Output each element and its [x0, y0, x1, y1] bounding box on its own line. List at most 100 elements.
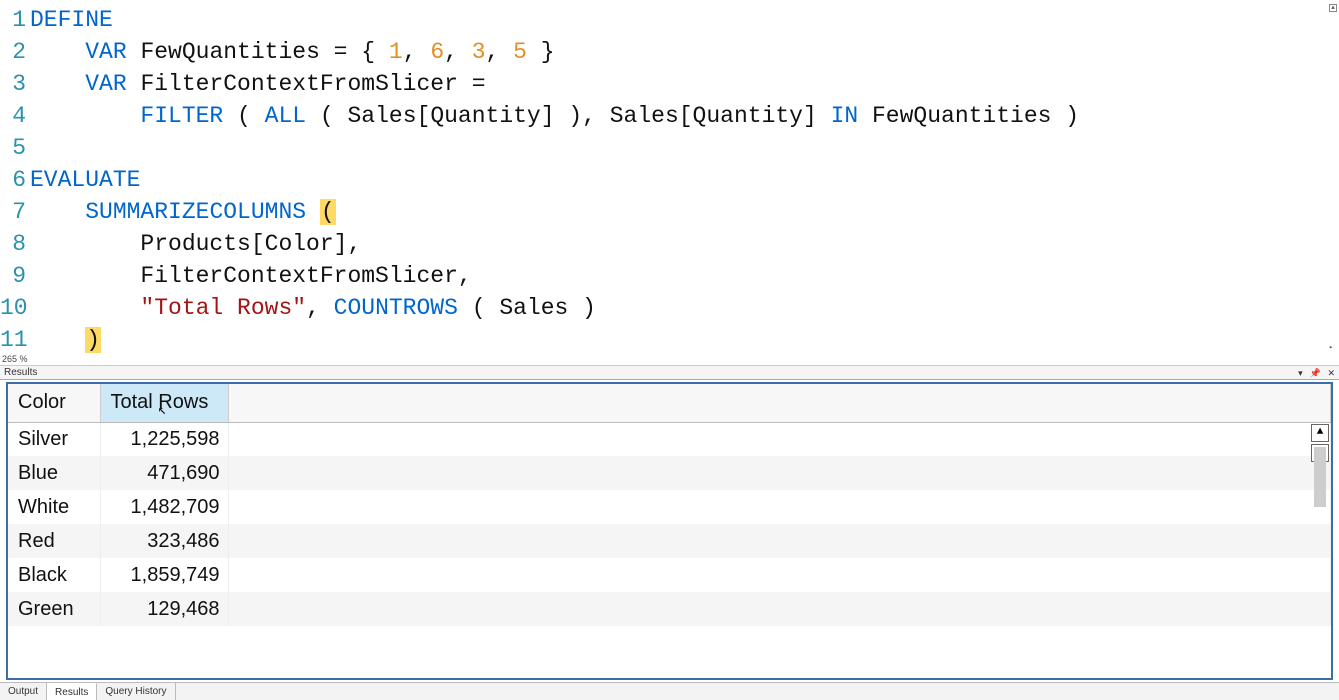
- table-row[interactable]: Silver1,225,598: [8, 422, 1331, 456]
- code-token: ): [85, 327, 101, 353]
- cell-filler: [228, 422, 1331, 456]
- cell-total: 471,690: [100, 456, 228, 490]
- code-token: [306, 199, 320, 225]
- code-token: EVALUATE: [30, 167, 140, 193]
- code-token: COUNTROWS: [334, 295, 458, 321]
- code-line[interactable]: DEFINE: [30, 4, 1339, 36]
- code-token: [30, 39, 85, 65]
- code-token: FewQuantities = {: [127, 39, 389, 65]
- cell-total: 1,859,749: [100, 558, 228, 592]
- cell-filler: [228, 524, 1331, 558]
- cell-filler: [228, 592, 1331, 626]
- code-token: 1: [389, 39, 403, 65]
- code-token: [30, 199, 85, 225]
- code-line[interactable]: SUMMARIZECOLUMNS (: [30, 196, 1339, 228]
- filler-header: [228, 384, 1331, 422]
- column-header[interactable]: Total Rows: [100, 384, 228, 422]
- code-token: SUMMARIZECOLUMNS: [85, 199, 306, 225]
- code-token: (: [223, 103, 264, 129]
- scroll-up-button[interactable]: ▲: [1311, 424, 1329, 442]
- pin-icon[interactable]: 📌: [1309, 368, 1320, 378]
- cell-filler: [228, 456, 1331, 490]
- table-row[interactable]: White1,482,709: [8, 490, 1331, 524]
- code-line[interactable]: FilterContextFromSlicer,: [30, 260, 1339, 292]
- code-token: ALL: [265, 103, 306, 129]
- code-line[interactable]: "Total Rows", COUNTROWS ( Sales ): [30, 292, 1339, 324]
- tab-query-history[interactable]: Query History: [97, 683, 175, 700]
- cell-total: 129,468: [100, 592, 228, 626]
- code-line[interactable]: FILTER ( ALL ( Sales[Quantity] ), Sales[…: [30, 100, 1339, 132]
- table-row[interactable]: Green129,468: [8, 592, 1331, 626]
- dropdown-icon[interactable]: ▾: [1298, 368, 1303, 378]
- line-number: 11: [0, 324, 26, 356]
- scroll-thumb[interactable]: [1314, 447, 1326, 507]
- code-token: 5: [513, 39, 527, 65]
- code-token: FilterContextFromSlicer,: [30, 263, 472, 289]
- tab-output[interactable]: Output: [0, 683, 47, 700]
- tab-results[interactable]: Results: [47, 683, 97, 700]
- code-token: FewQuantities ): [858, 103, 1079, 129]
- line-number: 3: [0, 68, 26, 100]
- code-token: FilterContextFromSlicer =: [127, 71, 486, 97]
- line-number: 4: [0, 100, 26, 132]
- results-title: Results: [4, 366, 37, 379]
- code-line[interactable]: VAR FilterContextFromSlicer =: [30, 68, 1339, 100]
- code-token: [30, 103, 140, 129]
- code-line[interactable]: [30, 132, 1339, 164]
- scroll-right-icon[interactable]: ▸: [1329, 343, 1337, 351]
- code-token: [30, 71, 85, 97]
- code-area[interactable]: DEFINE VAR FewQuantities = { 1, 6, 3, 5 …: [30, 0, 1339, 365]
- code-token: VAR: [85, 71, 126, 97]
- code-token: 3: [472, 39, 486, 65]
- code-editor[interactable]: 1234567891011 DEFINE VAR FewQuantities =…: [0, 0, 1339, 366]
- line-number: 9: [0, 260, 26, 292]
- cell-color: White: [8, 490, 100, 524]
- cell-color: Red: [8, 524, 100, 558]
- close-icon[interactable]: ✕: [1327, 368, 1335, 378]
- line-number: 5: [0, 132, 26, 164]
- line-number: 2: [0, 36, 26, 68]
- code-token: IN: [831, 103, 859, 129]
- results-grid[interactable]: ColorTotal Rows Silver1,225,598Blue471,6…: [8, 384, 1331, 626]
- line-number: 7: [0, 196, 26, 228]
- code-token: ( Sales[Quantity] ), Sales[Quantity]: [306, 103, 831, 129]
- code-token: "Total Rows": [140, 295, 306, 321]
- column-header[interactable]: Color: [8, 384, 100, 422]
- results-pane: ColorTotal Rows Silver1,225,598Blue471,6…: [6, 382, 1333, 680]
- table-row[interactable]: Blue471,690: [8, 456, 1331, 490]
- code-token: 6: [430, 39, 444, 65]
- scroll-up-icon[interactable]: ▲: [1329, 4, 1337, 12]
- code-token: FILTER: [140, 103, 223, 129]
- results-pane-header: Results ▾ 📌 ✕: [0, 366, 1339, 380]
- line-number: 8: [0, 228, 26, 260]
- cell-color: Blue: [8, 456, 100, 490]
- line-number-gutter: 1234567891011: [0, 0, 30, 365]
- table-row[interactable]: Black1,859,749: [8, 558, 1331, 592]
- code-token: ( Sales ): [458, 295, 596, 321]
- code-token: ,: [444, 39, 472, 65]
- code-token: ,: [486, 39, 514, 65]
- cell-filler: [228, 558, 1331, 592]
- code-token: [30, 327, 85, 353]
- code-token: (: [320, 199, 336, 225]
- cell-color: Green: [8, 592, 100, 626]
- line-number: 6: [0, 164, 26, 196]
- line-number: 1: [0, 4, 26, 36]
- code-line[interactable]: ): [30, 324, 1339, 356]
- table-row[interactable]: Red323,486: [8, 524, 1331, 558]
- code-token: ,: [306, 295, 334, 321]
- cell-total: 323,486: [100, 524, 228, 558]
- results-header-controls: ▾ 📌 ✕: [1294, 366, 1335, 379]
- code-line[interactable]: Products[Color],: [30, 228, 1339, 260]
- cell-color: Silver: [8, 422, 100, 456]
- vertical-scrollbar[interactable]: ▲ ▼: [1311, 424, 1329, 462]
- zoom-level-label: 265 %: [2, 354, 28, 364]
- code-line[interactable]: EVALUATE: [30, 164, 1339, 196]
- cell-total: 1,482,709: [100, 490, 228, 524]
- code-token: DEFINE: [30, 7, 113, 33]
- cell-color: Black: [8, 558, 100, 592]
- code-token: }: [527, 39, 555, 65]
- cell-total: 1,225,598: [100, 422, 228, 456]
- code-line[interactable]: VAR FewQuantities = { 1, 6, 3, 5 }: [30, 36, 1339, 68]
- cell-filler: [228, 490, 1331, 524]
